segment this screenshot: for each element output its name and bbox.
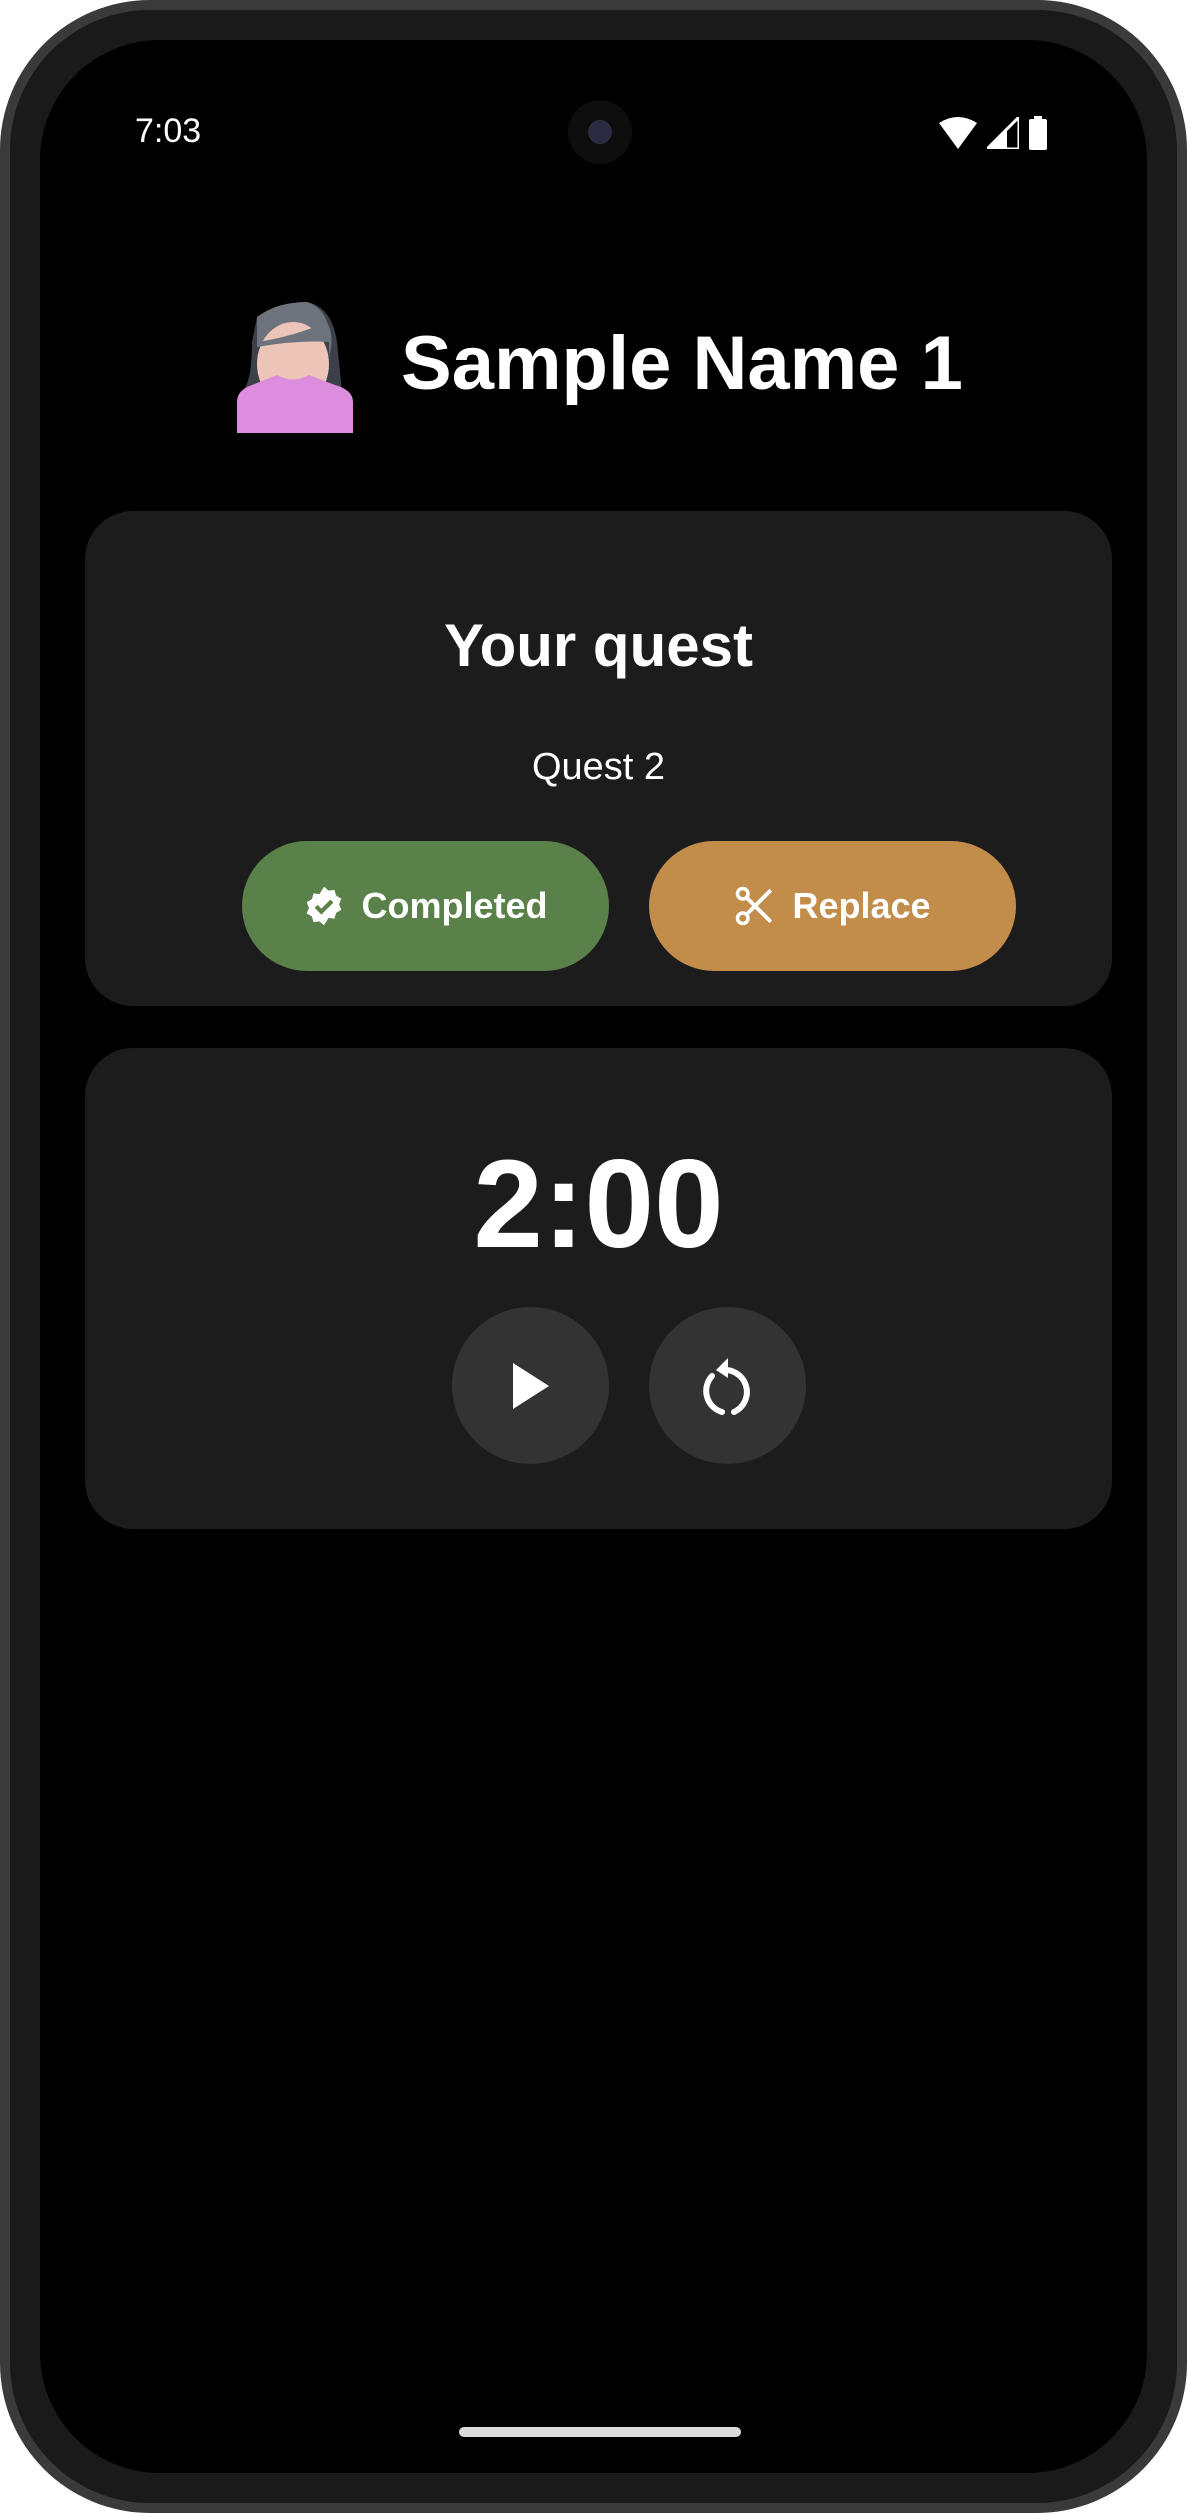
scissors-icon (736, 886, 773, 926)
quest-card-title: Your quest (444, 612, 753, 679)
timer-card: 2:00 (85, 1048, 1112, 1529)
completed-label: Completed (361, 885, 548, 926)
battery-icon (1029, 116, 1047, 150)
status-time: 7:03 (135, 112, 202, 150)
status-icons (939, 116, 1047, 150)
replace-button[interactable]: Replace (649, 841, 1016, 971)
reset-icon (702, 1357, 750, 1415)
screen: 7:03 Sample Name 1 Your quest Quest 2 Co… (40, 40, 1147, 2473)
avatar (237, 302, 353, 433)
play-button[interactable] (452, 1307, 609, 1464)
replace-label: Replace (792, 885, 931, 926)
phone-bezel: 7:03 Sample Name 1 Your quest Quest 2 Co… (10, 10, 1177, 2503)
quest-card: Your quest Quest 2 Completed Replace (85, 511, 1112, 1006)
signal-icon (987, 117, 1019, 149)
completed-button[interactable]: Completed (242, 841, 609, 971)
timer-display: 2:00 (473, 1135, 724, 1274)
profile-name: Sample Name 1 (401, 321, 963, 406)
play-icon (512, 1362, 549, 1409)
wifi-icon (939, 117, 977, 149)
quest-name: Quest 2 (531, 746, 666, 788)
phone-frame: 7:03 Sample Name 1 Your quest Quest 2 Co… (0, 0, 1187, 2513)
camera-cutout (568, 100, 632, 164)
reset-button[interactable] (649, 1307, 806, 1464)
home-indicator[interactable] (459, 2427, 741, 2437)
verified-check-icon (307, 886, 342, 926)
